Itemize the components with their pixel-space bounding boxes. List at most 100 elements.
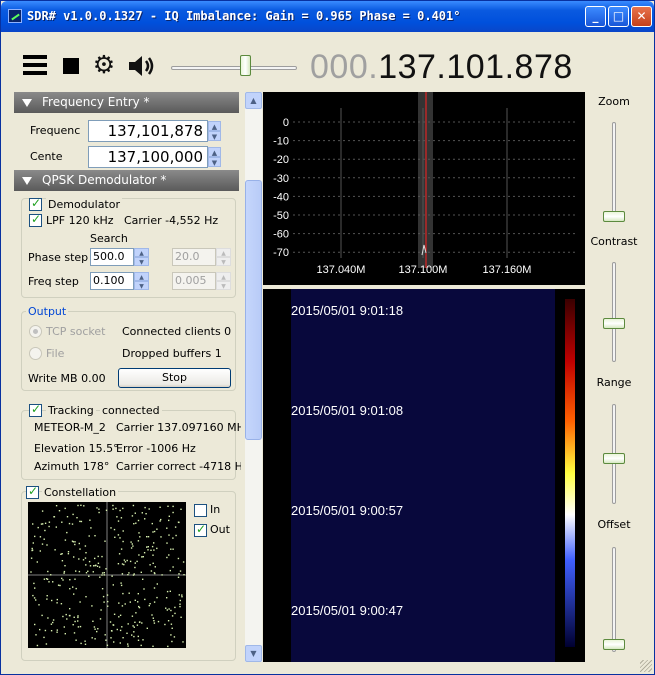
constellation-point bbox=[119, 642, 121, 644]
constellation-point bbox=[112, 508, 114, 510]
constellation-point bbox=[31, 547, 33, 550]
freq-step-input[interactable]: 0.100 bbox=[90, 272, 134, 290]
demodulator-checkbox[interactable] bbox=[29, 196, 42, 211]
frequency-spinner[interactable]: ▲ ▼ bbox=[208, 121, 221, 141]
tracking-checkbox[interactable] bbox=[29, 402, 42, 417]
scroll-up-icon[interactable]: ▲ bbox=[245, 92, 262, 109]
stop-output-button[interactable]: Stop bbox=[118, 368, 231, 388]
constellation-point bbox=[144, 518, 146, 520]
constellation-point bbox=[153, 601, 156, 603]
spin-down-icon[interactable]: ▼ bbox=[208, 131, 221, 141]
constellation-point bbox=[118, 616, 120, 618]
constellation-point bbox=[172, 505, 174, 508]
title-bar[interactable]: SDR# v1.0.0.1327 - IQ Imbalance: Gain = … bbox=[1, 1, 654, 32]
constellation-point bbox=[146, 536, 148, 538]
constellation-point bbox=[166, 542, 168, 544]
waterfall-display[interactable]: 2015/05/01 9:01:18 2015/05/01 9:01:08 20… bbox=[263, 289, 585, 662]
maximize-button[interactable]: □ bbox=[608, 6, 629, 27]
frequency-input[interactable]: 137,101,878 bbox=[88, 120, 208, 142]
resize-grip[interactable] bbox=[640, 660, 652, 672]
spectrum-y-tick: -60 bbox=[273, 229, 289, 241]
constellation-point bbox=[58, 510, 61, 512]
constellation-point bbox=[120, 517, 123, 519]
waterfall-timestamp: 2015/05/01 9:00:57 bbox=[291, 503, 403, 518]
demodulator-label: Demodulator bbox=[46, 198, 122, 211]
constellation-point bbox=[80, 642, 82, 645]
constellation-point bbox=[45, 578, 48, 580]
contrast-slider-track[interactable] bbox=[612, 262, 616, 362]
constellation-point bbox=[136, 560, 138, 563]
scrollbar-thumb[interactable] bbox=[245, 180, 262, 440]
offset-label: Offset bbox=[597, 518, 631, 531]
stop-icon[interactable] bbox=[63, 58, 79, 74]
close-button[interactable]: ✕ bbox=[631, 6, 652, 27]
constellation-point bbox=[135, 522, 137, 524]
freq-step-spinner[interactable]: ▲ ▼ bbox=[134, 272, 149, 290]
zoom-slider-thumb[interactable] bbox=[603, 211, 625, 222]
vfo-frequency-display[interactable]: 000.137.101.878 bbox=[310, 48, 573, 87]
constellation-point bbox=[37, 526, 39, 529]
spin-down-icon[interactable]: ▼ bbox=[208, 157, 221, 167]
constellation-point bbox=[103, 572, 105, 574]
constellation-point bbox=[88, 535, 90, 537]
constellation-point bbox=[172, 511, 174, 514]
menu-icon[interactable] bbox=[23, 55, 47, 75]
scroll-down-icon[interactable]: ▼ bbox=[245, 645, 262, 662]
spectrum-x-tick: 137.160M bbox=[483, 264, 532, 276]
offset-slider-thumb[interactable] bbox=[603, 639, 625, 650]
constellation-point bbox=[178, 594, 180, 596]
constellation-out-checkbox[interactable] bbox=[194, 522, 207, 537]
constellation-point bbox=[137, 601, 139, 603]
volume-slider-track[interactable] bbox=[171, 66, 297, 70]
constellation-point bbox=[107, 600, 109, 603]
volume-slider-thumb[interactable] bbox=[240, 55, 251, 76]
constellation-point bbox=[144, 598, 146, 601]
offset-slider-track[interactable] bbox=[612, 547, 616, 652]
constellation-point bbox=[180, 616, 182, 618]
constellation-point bbox=[160, 518, 162, 521]
frequency-entry-header[interactable]: Frequency Entry * bbox=[14, 92, 239, 113]
constellation-point bbox=[96, 630, 98, 633]
constellation-in-checkbox[interactable] bbox=[194, 504, 207, 517]
constellation-point bbox=[156, 583, 158, 585]
constellation-point bbox=[111, 575, 113, 577]
spin-up-icon[interactable]: ▲ bbox=[208, 147, 221, 157]
minimize-button[interactable]: _ bbox=[585, 6, 606, 27]
constellation-point bbox=[66, 618, 68, 620]
constellation-point bbox=[87, 570, 89, 572]
constellation-point bbox=[170, 623, 173, 625]
constellation-point bbox=[128, 572, 130, 574]
qpsk-demodulator-header[interactable]: QPSK Demodulator * bbox=[14, 170, 239, 191]
phase-step-input[interactable]: 500.0 bbox=[90, 248, 134, 266]
constellation-point bbox=[89, 565, 92, 567]
range-slider-thumb[interactable] bbox=[603, 453, 625, 464]
constellation-point bbox=[123, 563, 125, 566]
lpf-checkbox[interactable] bbox=[29, 212, 42, 227]
constellation-point bbox=[66, 531, 68, 534]
constellation-point bbox=[98, 566, 101, 568]
constellation-point bbox=[168, 554, 170, 556]
constellation-point bbox=[38, 604, 40, 606]
constellation-point bbox=[141, 512, 143, 514]
spin-up-icon[interactable]: ▲ bbox=[208, 121, 221, 131]
spectrum-display[interactable]: 0 -10 -20 -30 -40 -50 -60 -70 137.040M 137.100M 13… bbox=[263, 92, 585, 285]
center-input[interactable]: 137,100,000 bbox=[88, 146, 208, 168]
constellation-point bbox=[32, 523, 34, 525]
speaker-icon[interactable] bbox=[127, 54, 157, 78]
constellation-checkbox[interactable] bbox=[26, 484, 39, 499]
constellation-point bbox=[146, 627, 148, 629]
zoom-slider-track[interactable] bbox=[612, 122, 616, 222]
center-spinner[interactable]: ▲ ▼ bbox=[208, 147, 221, 167]
gear-icon[interactable]: ⚙ bbox=[91, 52, 117, 78]
constellation-point bbox=[64, 507, 66, 510]
left-panel-scrollbar[interactable]: ▲ ▼ bbox=[245, 92, 262, 662]
constellation-point bbox=[74, 543, 76, 546]
contrast-slider-thumb[interactable] bbox=[603, 318, 625, 329]
phase-step-spinner[interactable]: ▲ ▼ bbox=[134, 248, 149, 266]
constellation-point bbox=[57, 584, 60, 586]
constellation-point bbox=[144, 506, 146, 509]
constellation-point bbox=[93, 565, 95, 567]
constellation-point bbox=[153, 530, 156, 533]
constellation-point bbox=[96, 507, 98, 509]
constellation-point bbox=[35, 599, 37, 601]
